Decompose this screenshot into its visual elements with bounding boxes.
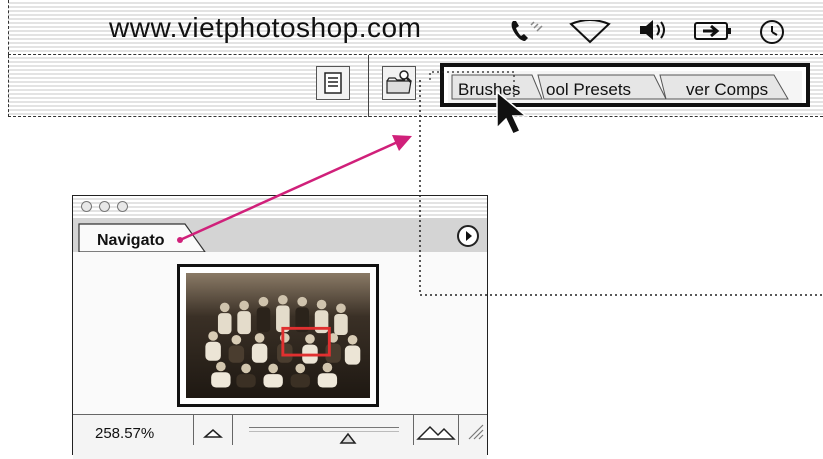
file-browser-button[interactable]: [382, 66, 416, 100]
navigator-titlebar[interactable]: [73, 196, 487, 219]
close-button[interactable]: [81, 201, 92, 212]
tab-brushes[interactable]: Brushes: [458, 80, 520, 100]
document-icon: [324, 72, 342, 94]
group-photo-image: [186, 273, 370, 398]
document-button[interactable]: [316, 66, 350, 100]
divider: [368, 55, 369, 117]
volume-icon[interactable]: [637, 17, 671, 48]
folder-search-icon: [386, 70, 412, 94]
mountain-small-icon: [203, 429, 223, 438]
slider-thumb-icon: [339, 432, 357, 444]
phone-icon[interactable]: [509, 17, 549, 50]
zoom-slider-thumb[interactable]: [339, 431, 357, 449]
resize-grip[interactable]: [465, 421, 485, 446]
clock-icon[interactable]: [757, 18, 787, 51]
zoom-out-button[interactable]: [193, 415, 233, 445]
site-title: www.vietphotoshop.com: [109, 12, 422, 43]
zoom-slider[interactable]: [249, 427, 399, 432]
resize-grip-icon: [468, 424, 484, 440]
drag-arrow-head: [392, 135, 412, 151]
palette-menu-button[interactable]: [457, 225, 479, 247]
zoom-button[interactable]: [117, 201, 128, 212]
minimize-button[interactable]: [99, 201, 110, 212]
triangle-right-icon: [466, 231, 472, 241]
navigator-zoom-bar: 258.57%: [73, 414, 487, 459]
navigator-palette: Navigato 258.57%: [72, 195, 488, 459]
menu-bar: www.vietphotoshop.com: [8, 0, 823, 55]
navigator-preview[interactable]: [177, 264, 379, 407]
tab-navigator[interactable]: Navigato: [97, 232, 165, 250]
zoom-percent-field[interactable]: 258.57%: [95, 425, 154, 442]
mountain-large-icon: [416, 425, 456, 440]
tab-tool-presets[interactable]: ool Presets: [546, 80, 631, 100]
wifi-icon[interactable]: [569, 19, 611, 49]
zoom-in-button[interactable]: [413, 415, 459, 445]
tab-layer-comps[interactable]: ver Comps: [686, 80, 768, 100]
battery-icon[interactable]: [693, 20, 735, 47]
